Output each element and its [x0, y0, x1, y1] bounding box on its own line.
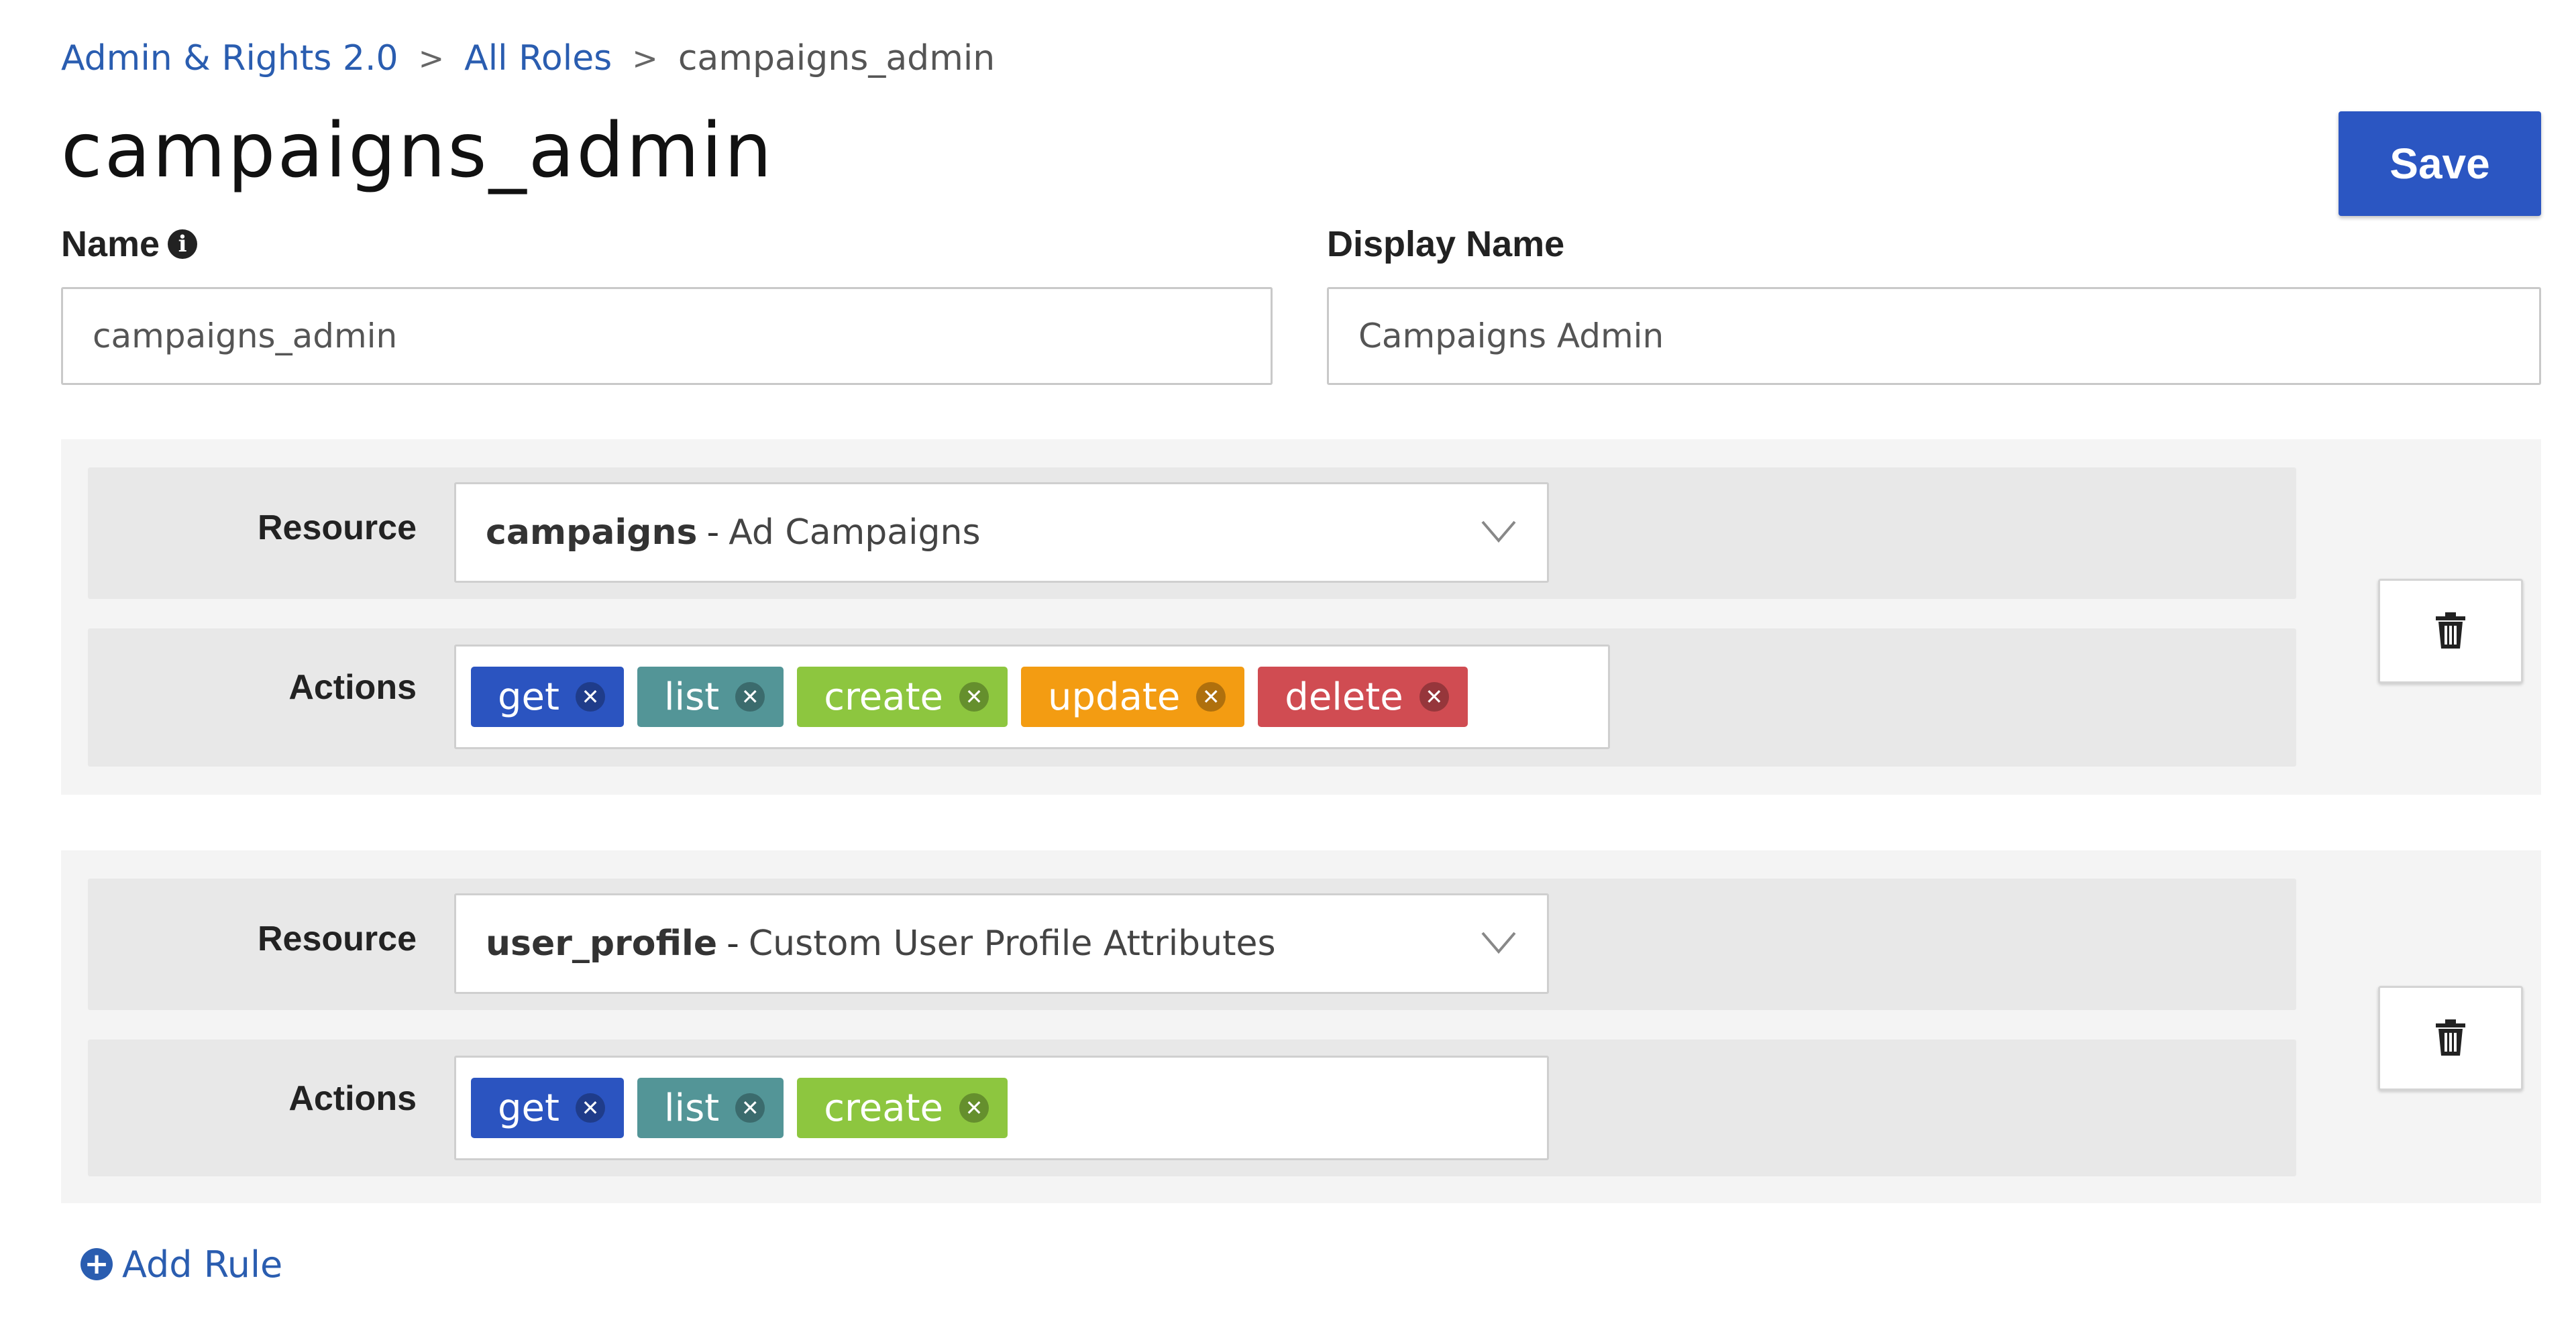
display-name-input[interactable]	[1327, 287, 2541, 385]
action-tag-label: create	[824, 1086, 943, 1130]
close-icon[interactable]: ✕	[735, 682, 765, 712]
resource-label: Resource	[258, 508, 417, 547]
action-tag-create: create ✕	[797, 1078, 1008, 1138]
display-name-label: Display Name	[1327, 223, 1564, 266]
add-rule-label: Add Rule	[122, 1243, 283, 1286]
action-tag-list: list ✕	[637, 1078, 784, 1138]
close-icon[interactable]: ✕	[959, 1093, 989, 1123]
close-icon[interactable]: ✕	[735, 1093, 765, 1123]
delete-rule-button[interactable]	[2378, 579, 2523, 683]
actions-field[interactable]: get ✕ list ✕ create ✕ update ✕ delete ✕	[454, 645, 1610, 749]
resource-separator: -	[706, 512, 720, 553]
chevron-down-icon	[1481, 520, 1516, 543]
resource-id: campaigns	[486, 512, 698, 553]
plus-circle-icon: +	[80, 1248, 113, 1280]
info-icon[interactable]: i	[168, 229, 198, 259]
breadcrumb-admin-rights[interactable]: Admin & Rights 2.0	[61, 38, 398, 78]
breadcrumb: Admin & Rights 2.0 > All Roles > campaig…	[61, 35, 995, 82]
breadcrumb-current: campaigns_admin	[678, 38, 996, 78]
action-tag-get: get ✕	[471, 667, 624, 727]
resource-description: Custom User Profile Attributes	[748, 924, 1276, 964]
save-button[interactable]: Save	[2339, 111, 2541, 216]
resource-row: Resource campaigns - Ad Campaigns	[88, 467, 2296, 599]
resource-separator: -	[727, 924, 739, 964]
actions-label: Actions	[288, 668, 417, 707]
action-tag-label: create	[824, 675, 943, 719]
rule-block: Resource user_profile - Custom User Prof…	[61, 850, 2541, 1203]
action-tag-label: update	[1047, 675, 1181, 719]
close-icon[interactable]: ✕	[1419, 682, 1449, 712]
close-icon[interactable]: ✕	[575, 682, 605, 712]
resource-label: Resource	[258, 919, 417, 958]
action-tag-delete: delete ✕	[1258, 667, 1468, 727]
actions-label: Actions	[288, 1079, 417, 1118]
breadcrumb-separator: >	[418, 40, 445, 76]
close-icon[interactable]: ✕	[959, 682, 989, 712]
delete-rule-button[interactable]	[2378, 986, 2523, 1091]
name-input[interactable]	[61, 287, 1273, 385]
chevron-down-icon	[1481, 932, 1516, 954]
page-title: campaigns_admin	[61, 107, 774, 194]
close-icon[interactable]: ✕	[575, 1093, 605, 1123]
close-icon[interactable]: ✕	[1196, 682, 1226, 712]
trash-icon	[2436, 612, 2465, 649]
action-tag-list: list ✕	[637, 667, 784, 727]
action-tag-update: update ✕	[1020, 667, 1245, 727]
action-tag-label: get	[498, 675, 559, 719]
actions-row: Actions get ✕ list ✕ create ✕ update ✕ d…	[88, 628, 2296, 767]
name-label-text: Name	[61, 224, 160, 264]
rule-block: Resource campaigns - Ad Campaigns Action…	[61, 439, 2541, 795]
resource-row: Resource user_profile - Custom User Prof…	[88, 879, 2296, 1010]
resource-select[interactable]: user_profile - Custom User Profile Attri…	[454, 893, 1549, 994]
trash-icon	[2436, 1019, 2465, 1056]
action-tag-label: get	[498, 1086, 559, 1130]
action-tag-label: list	[663, 675, 720, 719]
action-tag-label: delete	[1285, 675, 1403, 719]
actions-row: Actions get ✕ list ✕ create ✕	[88, 1040, 2296, 1176]
action-tag-create: create ✕	[797, 667, 1008, 727]
name-label: Name i	[61, 223, 198, 266]
add-rule-link[interactable]: + Add Rule	[80, 1241, 282, 1288]
resource-description: Ad Campaigns	[729, 512, 981, 553]
action-tag-label: list	[663, 1086, 720, 1130]
breadcrumb-separator: >	[632, 40, 658, 76]
breadcrumb-all-roles[interactable]: All Roles	[464, 38, 612, 78]
resource-select[interactable]: campaigns - Ad Campaigns	[454, 482, 1549, 583]
action-tag-get: get ✕	[471, 1078, 624, 1138]
resource-id: user_profile	[486, 924, 718, 964]
display-name-label-text: Display Name	[1327, 224, 1565, 264]
actions-field[interactable]: get ✕ list ✕ create ✕	[454, 1056, 1549, 1160]
